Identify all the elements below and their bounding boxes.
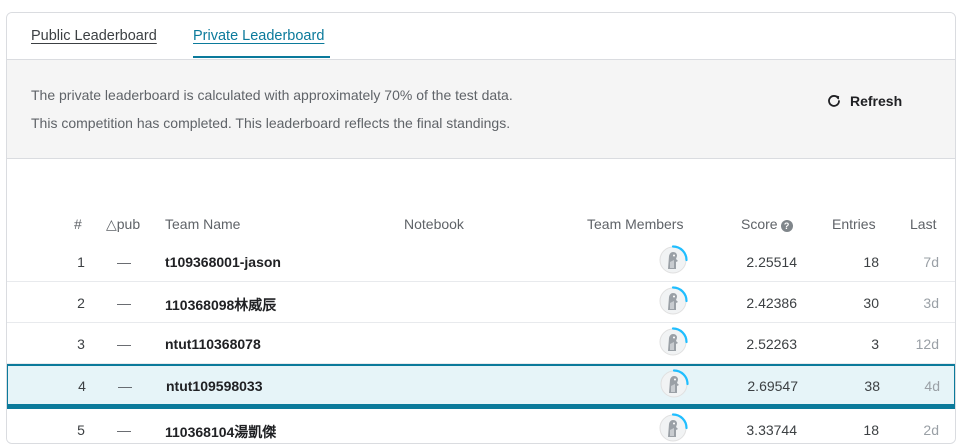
- avatar[interactable]: [657, 285, 689, 317]
- refresh-button[interactable]: Refresh: [827, 93, 902, 109]
- row-public-delta: —: [117, 336, 131, 352]
- row-team-name[interactable]: 110368104湯凱傑: [165, 422, 276, 442]
- table-row: 1 — t109368001-jason 2.25514 18 7d: [7, 241, 955, 282]
- table-row: 5 — 110368104湯凱傑 3.33744 18 2d: [7, 409, 955, 443]
- info-completed-note: This competition has completed. This lea…: [31, 115, 511, 131]
- table-row: 2 — 110368098林威辰 2.42386 30 3d: [7, 282, 955, 323]
- row-public-delta: —: [118, 378, 132, 394]
- row-public-delta: —: [117, 254, 131, 270]
- row-score: 3.33744: [746, 422, 797, 438]
- row-public-delta: —: [117, 422, 131, 438]
- row-last-submission: 7d: [923, 254, 939, 270]
- tab-private-leaderboard[interactable]: Private Leaderboard: [193, 28, 324, 44]
- leaderboard-rows: 1 — t109368001-jason 2.25514 18 7d 2 — 110368098…: [7, 241, 955, 443]
- row-entries: 38: [864, 378, 880, 394]
- row-score: 2.25514: [746, 254, 797, 270]
- header-notebook: Notebook: [404, 216, 464, 232]
- row-last-submission: 12d: [915, 336, 939, 352]
- table-row: 4 — ntut109598033 2.69547 38 4d: [7, 364, 955, 409]
- row-last-submission: 3d: [923, 295, 939, 311]
- header-score[interactable]: Score?: [741, 216, 793, 232]
- row-score: 2.42386: [746, 295, 797, 311]
- row-rank: 4: [78, 378, 86, 394]
- tab-public-leaderboard[interactable]: Public Leaderboard: [31, 28, 157, 44]
- leaderboard-info-banner: The private leaderboard is calculated wi…: [7, 60, 955, 159]
- row-rank: 5: [77, 422, 85, 438]
- header-rank[interactable]: #: [74, 216, 82, 232]
- header-team-name[interactable]: Team Name: [165, 216, 240, 232]
- row-rank: 2: [77, 295, 85, 311]
- avatar[interactable]: [657, 326, 689, 358]
- header-last[interactable]: Last: [910, 216, 936, 232]
- row-last-submission: 4d: [924, 378, 940, 394]
- header-team-members: Team Members: [587, 216, 684, 232]
- help-icon[interactable]: ?: [780, 220, 793, 232]
- row-score: 2.69547: [747, 378, 798, 394]
- row-entries: 3: [871, 336, 879, 352]
- row-last-submission: 2d: [923, 422, 939, 438]
- table-header: # △pub Team Name Notebook Team Members S…: [7, 213, 955, 242]
- row-rank: 1: [77, 254, 85, 270]
- row-team-name[interactable]: ntut110368078: [165, 336, 261, 352]
- leaderboard-panel: Public Leaderboard Private Leaderboard T…: [6, 12, 956, 444]
- row-team-name[interactable]: 110368098林威辰: [165, 295, 276, 315]
- avatar[interactable]: [657, 412, 689, 443]
- row-team-name[interactable]: t109368001-jason: [165, 254, 281, 270]
- header-public-delta[interactable]: △pub: [106, 216, 140, 233]
- refresh-label: Refresh: [850, 93, 903, 109]
- table-row: 3 — ntut110368078 2.52263 3 12d: [7, 323, 955, 364]
- header-entries[interactable]: Entries: [832, 216, 876, 232]
- row-team-name[interactable]: ntut109598033: [166, 378, 263, 394]
- row-entries: 18: [863, 422, 879, 438]
- row-entries: 30: [863, 295, 879, 311]
- avatar[interactable]: [657, 244, 689, 276]
- row-score: 2.52263: [746, 336, 797, 352]
- active-tab-indicator: [193, 56, 330, 58]
- row-public-delta: —: [117, 295, 131, 311]
- avatar[interactable]: [658, 368, 690, 400]
- info-private-note: The private leaderboard is calculated wi…: [31, 87, 513, 103]
- refresh-icon: [827, 94, 841, 108]
- row-entries: 18: [863, 254, 879, 270]
- row-rank: 3: [77, 336, 85, 352]
- leaderboard-tabs: Public Leaderboard Private Leaderboard: [7, 13, 955, 60]
- header-score-label: Score: [741, 216, 778, 232]
